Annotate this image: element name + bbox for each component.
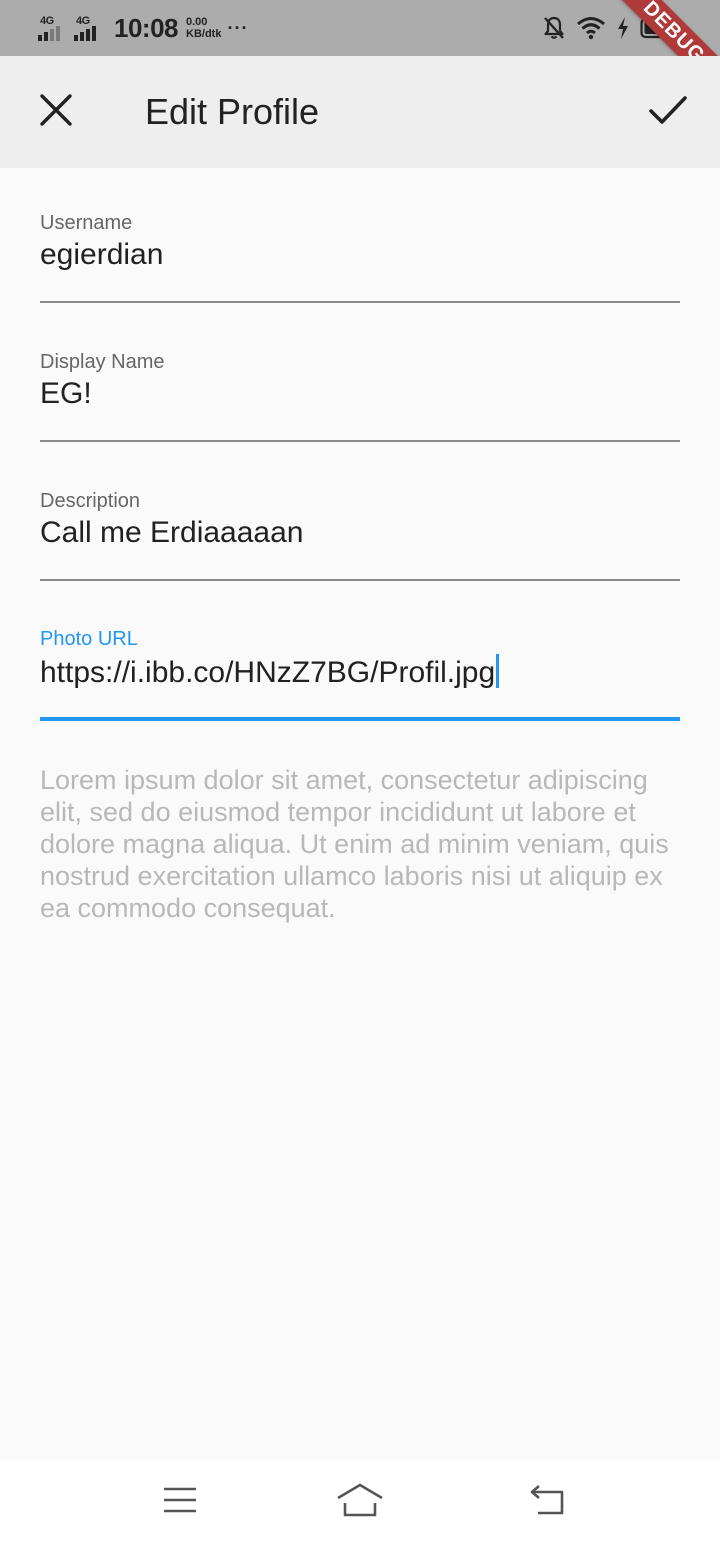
- home-icon: [335, 1482, 385, 1523]
- save-button[interactable]: [636, 84, 700, 140]
- display-name-field[interactable]: Display Name EG!: [40, 351, 680, 443]
- back-icon: [528, 1484, 568, 1521]
- wifi-icon: [576, 16, 606, 40]
- app-bar: Edit Profile: [0, 56, 720, 168]
- username-label: Username: [40, 212, 133, 234]
- description-input[interactable]: Call me Erdiaaaaan: [40, 516, 303, 550]
- photo-url-input[interactable]: https://i.ibb.co/HNzZ7BG/Profil.jpg: [40, 654, 500, 690]
- status-bar: 4G 4G 10:08 0.00 KB/dtk ··· DEBUG: [0, 0, 720, 56]
- photo-url-label: Photo URL: [40, 628, 138, 650]
- bell-off-icon: [542, 15, 566, 41]
- status-left: 4G 4G 10:08 0.00 KB/dtk ···: [38, 10, 248, 46]
- close-icon: [39, 93, 73, 132]
- system-nav-bar: [0, 1460, 720, 1544]
- charging-icon: [616, 16, 630, 40]
- text-cursor: [496, 654, 500, 688]
- username-underline: [40, 301, 680, 303]
- description-label: Description: [40, 490, 141, 512]
- home-button[interactable]: [330, 1480, 390, 1524]
- photo-url-underline: [40, 717, 680, 721]
- photo-url-field[interactable]: Photo URL https://i.ibb.co/HNzZ7BG/Profi…: [40, 628, 680, 722]
- close-button[interactable]: [28, 84, 84, 140]
- network-speed-unit: KB/dtk: [186, 28, 222, 40]
- sim1-signal: 4G: [38, 13, 74, 43]
- signal-bars-icon: [38, 26, 60, 41]
- display-name-input[interactable]: EG!: [40, 377, 92, 411]
- username-field[interactable]: Username egierdian: [40, 212, 680, 304]
- back-button[interactable]: [518, 1480, 578, 1524]
- display-name-underline: [40, 440, 680, 442]
- lorem-hint-text: Lorem ipsum dolor sit amet, consectetur …: [40, 765, 669, 923]
- signal-bars-icon: [74, 26, 96, 41]
- status-time: 10:08: [114, 12, 179, 43]
- menu-icon: [162, 1486, 198, 1519]
- network-speed: 0.00 KB/dtk: [186, 16, 221, 40]
- username-input[interactable]: egierdian: [40, 238, 163, 272]
- photo-url-value: https://i.ibb.co/HNzZ7BG/Profil.jpg: [40, 656, 496, 689]
- sim2-signal: 4G: [74, 13, 110, 43]
- check-icon: [648, 94, 688, 131]
- more-notifications-icon: ···: [227, 17, 249, 38]
- menu-button[interactable]: [150, 1480, 210, 1524]
- page-title: Edit Profile: [145, 91, 320, 132]
- description-underline: [40, 579, 680, 581]
- description-field[interactable]: Description Call me Erdiaaaaan: [40, 490, 680, 582]
- display-name-label: Display Name: [40, 351, 165, 373]
- network-speed-value: 0.00: [186, 16, 208, 28]
